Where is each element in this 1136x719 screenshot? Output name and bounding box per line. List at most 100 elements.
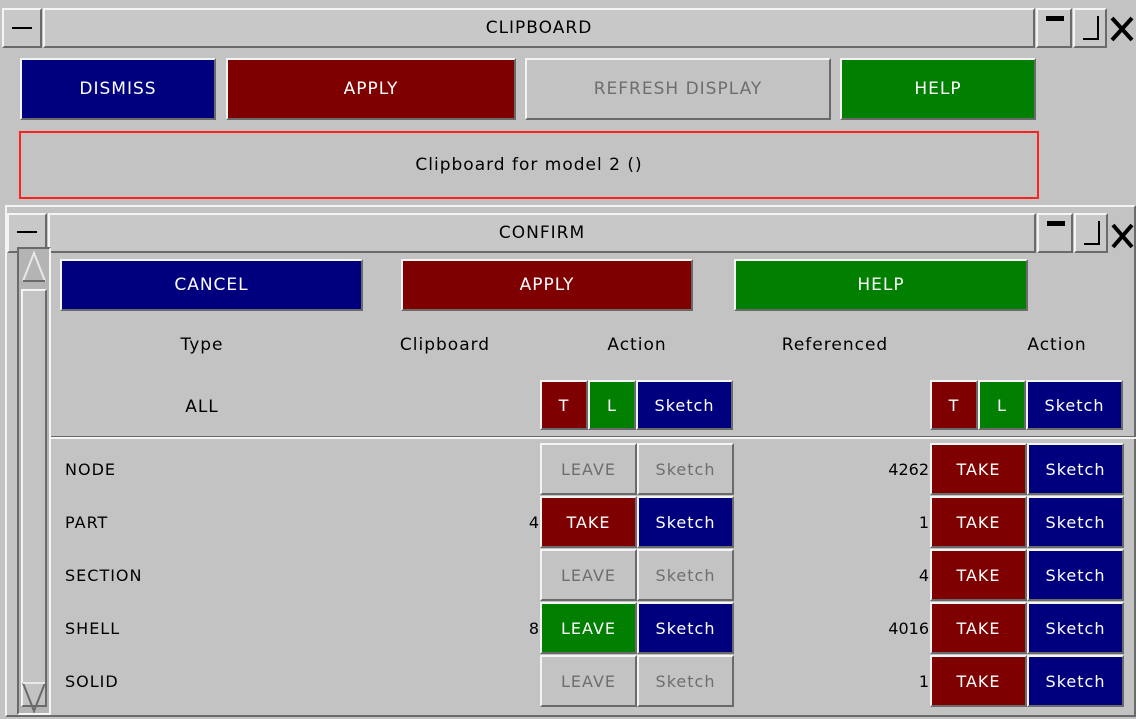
- all-clipboard-take-all-button[interactable]: T: [540, 380, 588, 430]
- minimize-icon: [1046, 16, 1064, 21]
- close-button[interactable]: [1108, 8, 1136, 48]
- header-type-label: Type: [180, 335, 224, 355]
- scroll-down-arrow-icon[interactable]: [19, 679, 49, 715]
- dismiss-button[interactable]: DISMISS: [20, 58, 216, 120]
- row-clipboard-action-button[interactable]: LEAVE: [540, 549, 637, 601]
- clipboard-message-text: Clipboard for model 2 (): [415, 155, 643, 175]
- cancel-button[interactable]: CANCEL: [60, 259, 363, 311]
- row-clipboard-count: [451, 655, 539, 707]
- scrollbar-thumb[interactable]: [21, 289, 47, 707]
- row-clipboard-action-button[interactable]: LEAVE: [540, 443, 637, 495]
- row-referenced-sketch-button[interactable]: Sketch: [1027, 443, 1124, 495]
- clipboard-title: CLIPBOARD: [485, 18, 593, 38]
- all-clipboard-leave-all-button[interactable]: L: [588, 380, 636, 430]
- header-clipboard-label: Clipboard: [399, 335, 491, 355]
- header-action-1: Action: [582, 329, 692, 361]
- row-type: SOLID: [65, 671, 119, 691]
- row-referenced-sketch-button[interactable]: Sketch: [1027, 602, 1124, 654]
- minimize-button[interactable]: [1036, 8, 1072, 48]
- apply-label: APPLY: [343, 79, 399, 99]
- row-type: SHELL: [65, 618, 121, 638]
- all-referenced-take-all-button[interactable]: T: [930, 380, 978, 430]
- row-type: NODE: [65, 459, 116, 479]
- row-referenced-count: 4016: [888, 618, 929, 638]
- t-label: T: [948, 395, 960, 415]
- row-clipboard-sketch-button[interactable]: Sketch: [637, 443, 734, 495]
- confirm-apply-label: APPLY: [519, 275, 575, 295]
- confirm-title: CONFIRM: [498, 223, 586, 243]
- row-referenced-count: 1: [918, 671, 929, 691]
- confirm-window: CONFIRM CANCEL APPLY HELP Type Clipboard…: [5, 205, 1136, 717]
- header-clipboard: Clipboard: [387, 329, 503, 361]
- row-referenced-action-button[interactable]: TAKE: [930, 655, 1027, 707]
- header-action-2-label: Action: [1027, 335, 1087, 355]
- sketch-label: Sketch: [1044, 395, 1105, 415]
- confirm-apply-button[interactable]: APPLY: [401, 259, 693, 311]
- row-clipboard-sketch-button[interactable]: Sketch: [637, 496, 734, 548]
- row-clipboard-action-button[interactable]: LEAVE: [540, 602, 637, 654]
- row-referenced-count: 4: [918, 565, 929, 585]
- apply-button[interactable]: APPLY: [226, 58, 516, 120]
- cancel-label: CANCEL: [174, 275, 249, 295]
- header-referenced: Referenced: [767, 329, 903, 361]
- row-clipboard-action-button[interactable]: LEAVE: [540, 655, 637, 707]
- confirm-help-button[interactable]: HELP: [734, 259, 1028, 311]
- all-clipboard-sketch-button[interactable]: Sketch: [636, 380, 733, 430]
- close-icon: [1110, 16, 1134, 42]
- row-referenced-sketch-button[interactable]: Sketch: [1027, 655, 1124, 707]
- minimize-icon: [1047, 221, 1065, 226]
- row-type: SECTION: [65, 565, 143, 585]
- row-clipboard-action-button[interactable]: TAKE: [540, 496, 637, 548]
- l-label: L: [997, 395, 1007, 415]
- maximize-button[interactable]: [1073, 8, 1107, 48]
- window-menu-icon: [12, 27, 32, 29]
- refresh-display-button[interactable]: REFRESH DISPLAY: [525, 58, 831, 120]
- row-type: PART: [65, 512, 109, 532]
- row-clipboard-sketch-button[interactable]: Sketch: [637, 655, 734, 707]
- row-clipboard-count: [451, 549, 539, 601]
- row-referenced-action-button[interactable]: TAKE: [930, 443, 1027, 495]
- table-row: SOLID LEAVE Sketch 1 TAKE Sketch: [51, 655, 1136, 707]
- header-action-1-label: Action: [607, 335, 667, 355]
- clipboard-message: Clipboard for model 2 (): [19, 131, 1039, 199]
- maximize-icon: [1083, 16, 1099, 40]
- table-row: SECTION LEAVE Sketch 4 TAKE Sketch: [51, 549, 1136, 601]
- all-label: ALL: [185, 397, 219, 417]
- row-clipboard-count: [451, 443, 539, 495]
- window-menu-icon: [17, 231, 37, 233]
- window-menu-button[interactable]: [2, 8, 42, 48]
- row-clipboard-sketch-button[interactable]: Sketch: [637, 602, 734, 654]
- confirm-close-button[interactable]: [1109, 213, 1136, 253]
- all-referenced-sketch-button[interactable]: Sketch: [1026, 380, 1123, 430]
- table-row: PART 4 TAKE Sketch 1 TAKE Sketch: [51, 496, 1136, 548]
- row-referenced-action-button[interactable]: TAKE: [930, 496, 1027, 548]
- sketch-label: Sketch: [654, 395, 715, 415]
- row-referenced-sketch-button[interactable]: Sketch: [1027, 549, 1124, 601]
- confirm-title-bar[interactable]: CONFIRM: [48, 213, 1036, 253]
- row-clipboard-count: 8: [528, 618, 539, 638]
- header-type: Type: [147, 329, 257, 361]
- row-clipboard-sketch-button[interactable]: Sketch: [637, 549, 734, 601]
- refresh-display-label: REFRESH DISPLAY: [593, 79, 763, 99]
- help-button[interactable]: HELP: [840, 58, 1036, 120]
- maximize-icon: [1084, 221, 1100, 245]
- row-referenced-count: 4262: [888, 459, 929, 479]
- confirm-maximize-button[interactable]: [1074, 213, 1108, 253]
- confirm-minimize-button[interactable]: [1037, 213, 1073, 253]
- table-row: NODE LEAVE Sketch 4262 TAKE Sketch: [51, 443, 1136, 495]
- row-referenced-action-button[interactable]: TAKE: [930, 549, 1027, 601]
- vertical-scrollbar[interactable]: [17, 247, 51, 715]
- t-label: T: [558, 395, 570, 415]
- scroll-up-arrow-icon[interactable]: [19, 249, 49, 287]
- close-icon: [1111, 223, 1134, 249]
- header-divider: [51, 436, 1136, 439]
- header-action-2: Action: [1007, 329, 1107, 361]
- row-referenced-sketch-button[interactable]: Sketch: [1027, 496, 1124, 548]
- confirm-help-label: HELP: [857, 275, 905, 295]
- row-referenced-action-button[interactable]: TAKE: [930, 602, 1027, 654]
- clipboard-title-bar[interactable]: CLIPBOARD: [43, 8, 1035, 48]
- all-referenced-leave-all-button[interactable]: L: [978, 380, 1026, 430]
- dismiss-label: DISMISS: [79, 79, 157, 99]
- help-label: HELP: [914, 79, 962, 99]
- header-referenced-label: Referenced: [781, 335, 889, 355]
